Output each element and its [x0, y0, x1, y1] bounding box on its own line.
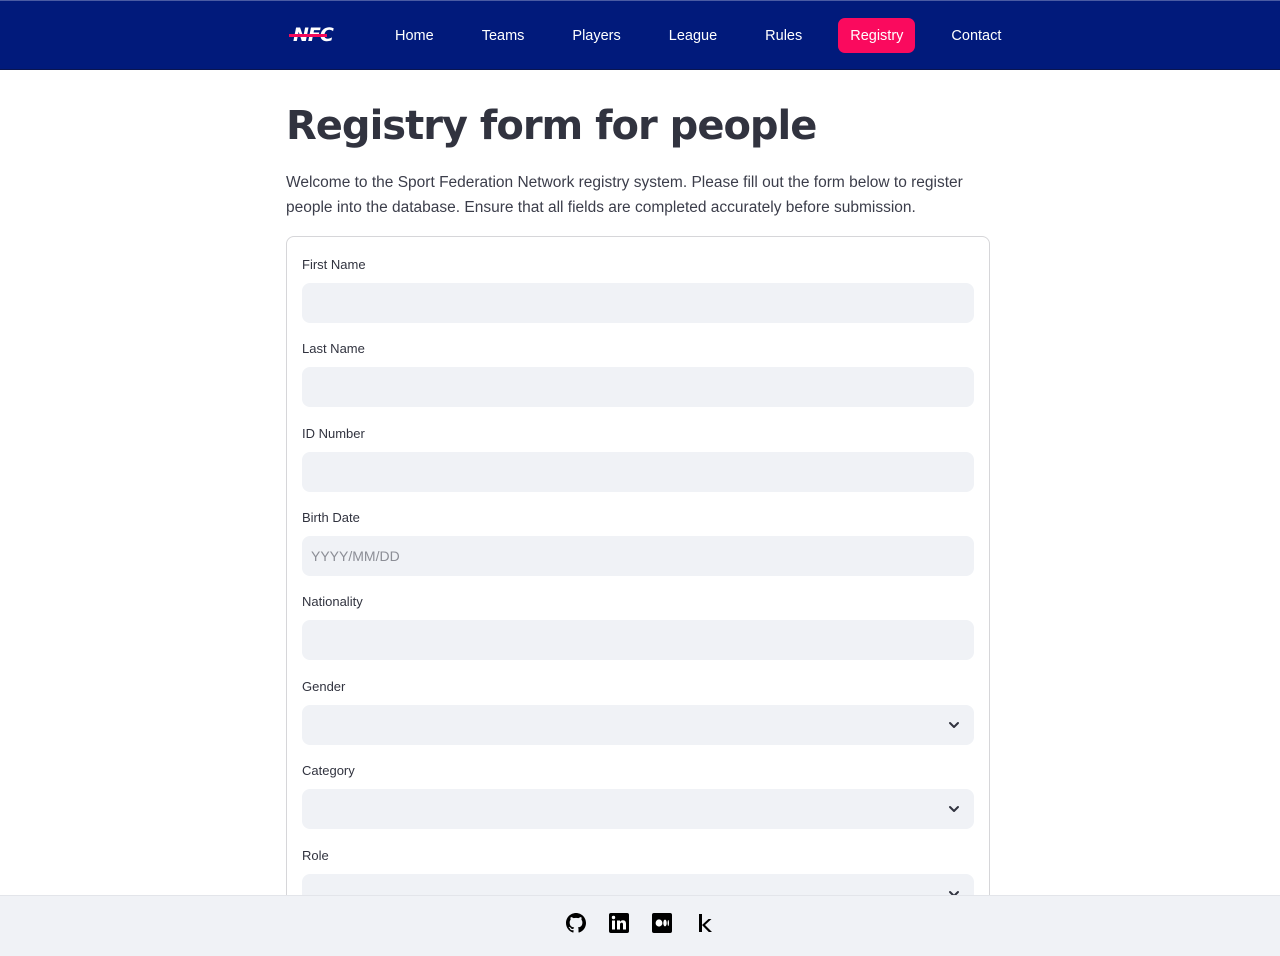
chevron-down-icon: [949, 722, 959, 728]
nationality-input[interactable]: [302, 620, 974, 660]
first-name-field: First Name: [302, 255, 974, 323]
linkedin-icon[interactable]: [608, 912, 630, 934]
registry-form: First Name Last Name ID Number Birth Dat…: [286, 236, 990, 956]
nav-item-players[interactable]: Players: [560, 18, 632, 53]
birth-date-label: Birth Date: [302, 510, 360, 525]
first-name-label: First Name: [302, 257, 366, 272]
nfc-logo[interactable]: NFC: [287, 21, 347, 51]
nav-item-teams[interactable]: Teams: [470, 18, 537, 53]
page-title: Registry form for people: [286, 103, 817, 149]
nationality-label: Nationality: [302, 594, 363, 609]
nav-item-contact[interactable]: Contact: [939, 18, 1013, 53]
nationality-field: Nationality: [302, 592, 974, 660]
github-icon[interactable]: [565, 912, 587, 934]
category-select[interactable]: [302, 789, 974, 829]
id-number-label: ID Number: [302, 426, 365, 441]
medium-icon[interactable]: [651, 912, 673, 934]
id-number-field: ID Number: [302, 424, 974, 492]
category-field: Category: [302, 761, 974, 829]
top-navbar: NFC Home Teams Players League Rules Regi…: [0, 0, 1280, 70]
kaggle-icon[interactable]: [694, 912, 716, 934]
main-content: Registry form for people Welcome to the …: [286, 70, 990, 220]
logo-slash: [289, 33, 327, 37]
first-name-input[interactable]: [302, 283, 974, 323]
footer: [0, 895, 1280, 956]
chevron-down-icon: [949, 806, 959, 812]
nav-item-rules[interactable]: Rules: [753, 18, 814, 53]
id-number-input[interactable]: [302, 452, 974, 492]
social-links: [565, 912, 737, 934]
last-name-field: Last Name: [302, 339, 974, 407]
intro-text: Welcome to the Sport Federation Network …: [286, 174, 963, 216]
gender-label: Gender: [302, 679, 346, 694]
nav-item-home[interactable]: Home: [383, 18, 446, 53]
nav-menu: NFC Home Teams Players League Rules Regi…: [287, 1, 1037, 70]
role-label: Role: [302, 848, 329, 863]
gender-select[interactable]: [302, 705, 974, 745]
nav-item-registry[interactable]: Registry: [838, 18, 916, 53]
category-label: Category: [302, 763, 355, 778]
nav-item-league[interactable]: League: [657, 18, 729, 53]
birth-date-field: Birth Date: [302, 508, 974, 576]
last-name-input[interactable]: [302, 367, 974, 407]
last-name-label: Last Name: [302, 341, 365, 356]
gender-field: Gender: [302, 677, 974, 745]
birth-date-input[interactable]: [302, 536, 974, 576]
